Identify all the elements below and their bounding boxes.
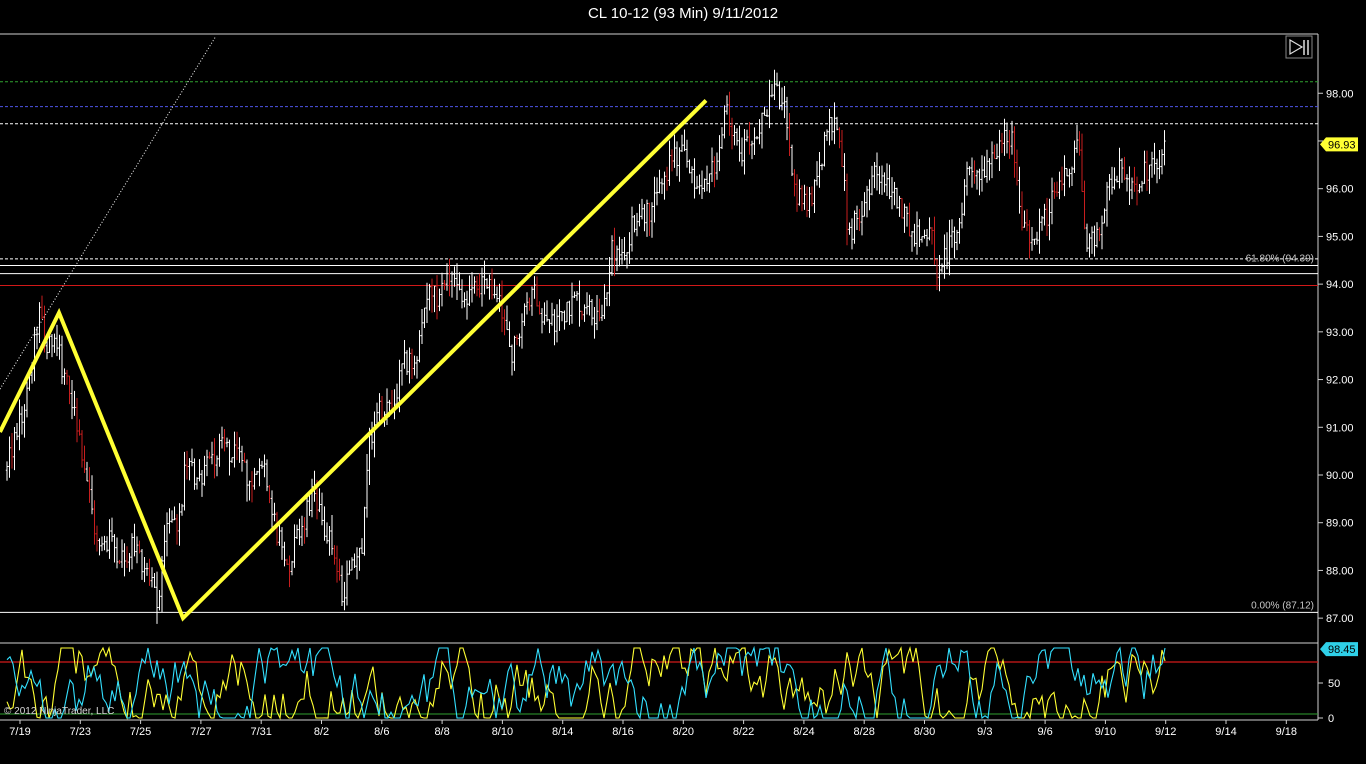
- time-tick-label: 8/6: [374, 726, 389, 738]
- oscillator-value-label: 98.45: [1328, 644, 1356, 656]
- time-tick-label: 8/24: [793, 726, 814, 738]
- price-tick-label: 96.00: [1326, 184, 1354, 196]
- level-label: 61.80% (94.39): [1246, 254, 1314, 265]
- time-tick-label: 8/10: [492, 726, 513, 738]
- stochastics-panel: 0 50 98.45: [0, 642, 1358, 725]
- trend-line: [0, 98, 708, 622]
- oscillator-tick-label: 0: [1328, 713, 1334, 725]
- time-tick-label: 7/19: [9, 726, 30, 738]
- skip-to-end-icon[interactable]: [1285, 35, 1313, 59]
- time-tick-label: 8/16: [612, 726, 633, 738]
- time-tick-label: 8/14: [552, 726, 573, 738]
- last-price-label: 96.93: [1328, 139, 1356, 151]
- time-tick-label: 9/14: [1215, 726, 1236, 738]
- horizontal-levels: 61.80% (94.39) 0.00% (87.12): [0, 81, 1318, 613]
- time-tick-label: 9/12: [1155, 726, 1176, 738]
- price-tick-label: 98.00: [1326, 88, 1354, 100]
- time-tick-label: 9/10: [1095, 726, 1116, 738]
- time-axis[interactable]: 7/19 7/23 7/25 7/27 7/31 8/2 8/6 8/8 8/10 8/14 8/1…: [9, 720, 1297, 738]
- time-tick-label: 9/18: [1276, 726, 1297, 738]
- time-tick-label: 9/3: [977, 726, 992, 738]
- chart-canvas[interactable]: 61.80% (94.39) 0.00% (87.12) 87.00 88.00 89…: [0, 0, 1366, 764]
- price-tick-label: 91.00: [1326, 422, 1354, 434]
- time-tick-label: 9/6: [1037, 726, 1052, 738]
- time-tick-label: 7/23: [70, 726, 91, 738]
- price-tick-label: 92.00: [1326, 375, 1354, 387]
- time-tick-label: 7/27: [190, 726, 211, 738]
- oscillator-tick-label: 50: [1328, 678, 1340, 690]
- time-tick-label: 8/28: [853, 726, 874, 738]
- time-tick-label: 8/22: [733, 726, 754, 738]
- price-tick-label: 90.00: [1326, 470, 1354, 482]
- price-axis[interactable]: 87.00 88.00 89.00 90.00 91.00 92.00 93.00 94.00…: [1318, 88, 1358, 625]
- price-tick-label: 94.00: [1326, 279, 1354, 291]
- price-tick-label: 93.00: [1326, 327, 1354, 339]
- chart-frame: [0, 33, 1319, 721]
- price-tick-label: 87.00: [1326, 613, 1354, 625]
- price-tick-label: 95.00: [1326, 231, 1354, 243]
- time-tick-label: 7/25: [130, 726, 151, 738]
- price-bars: [5, 69, 1166, 624]
- time-tick-label: 8/30: [914, 726, 935, 738]
- price-tick-label: 89.00: [1326, 518, 1354, 530]
- time-tick-label: 8/2: [314, 726, 329, 738]
- time-tick-label: 8/20: [673, 726, 694, 738]
- time-tick-label: 7/31: [250, 726, 271, 738]
- trend-line: [0, 35, 217, 390]
- level-label: 0.00% (87.12): [1251, 600, 1314, 611]
- price-tick-label: 88.00: [1326, 565, 1354, 577]
- time-tick-label: 8/8: [434, 726, 449, 738]
- copyright-text: © 2012 NinjaTrader, LLC: [4, 706, 115, 717]
- oscillator-line: [6, 645, 1166, 720]
